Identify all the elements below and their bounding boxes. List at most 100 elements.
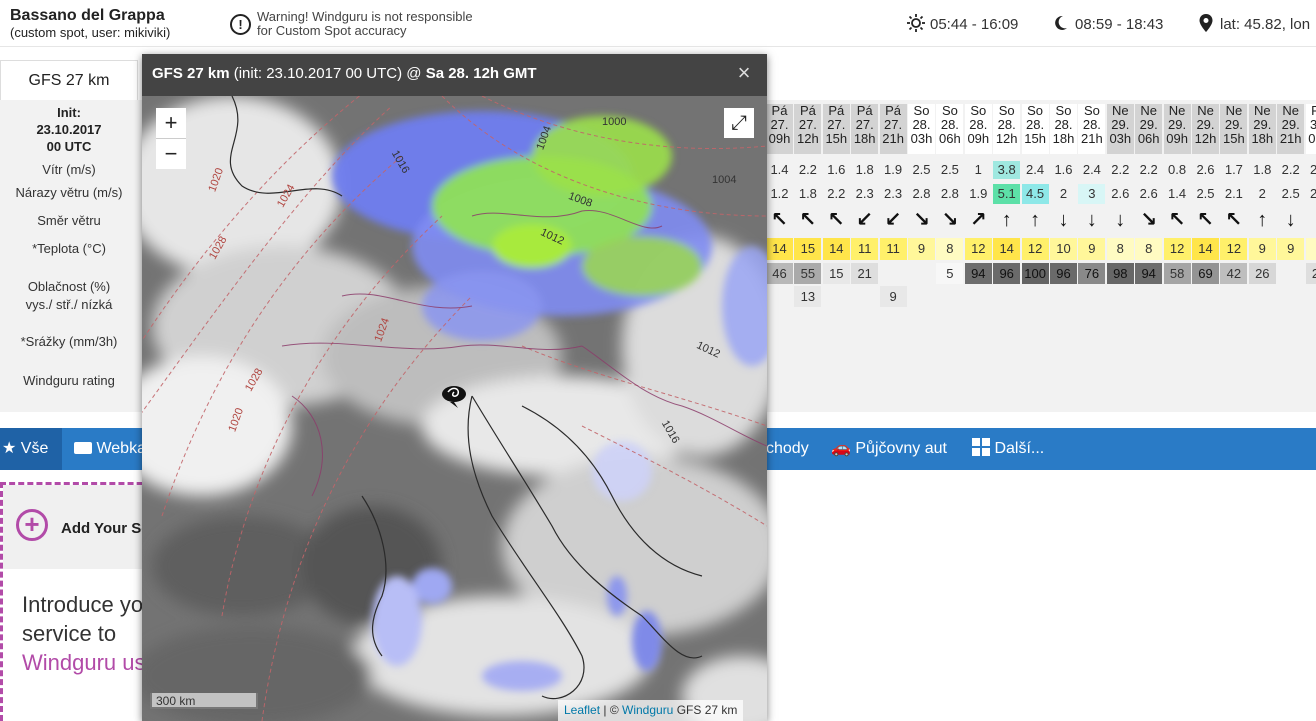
map-attribution: Leaflet | © Windguru GFS 27 km <box>558 700 744 721</box>
wind-speed-cell: 2.4 <box>1082 162 1101 177</box>
wind-speed-cell: 3.8 <box>993 161 1021 179</box>
wind-speed-cell: 1.7 <box>1224 162 1243 177</box>
time-column-header: Pá 27. 21h <box>879 104 907 154</box>
wind-speed-cell: 2.5 <box>912 162 931 177</box>
leaflet-link[interactable]: Leaflet <box>564 703 600 717</box>
wind-gust-cell: 2.8 <box>912 186 931 201</box>
label-wind: Vítr (m/s) <box>42 162 96 177</box>
time-hour: 06h <box>939 131 961 146</box>
wind-gust-cell: 5.1 <box>993 184 1021 204</box>
time-day: Ne <box>1140 103 1157 118</box>
nav-item-all[interactable]: ★ Vše <box>2 428 48 470</box>
time-date: 29. <box>1224 117 1243 132</box>
time-column-header: So 28. 15h <box>1021 103 1049 154</box>
time-day: So <box>1027 103 1044 118</box>
time-date: 27. <box>884 117 903 132</box>
wind-gust-cell: 2.6 <box>1139 186 1158 201</box>
nav-item-webcams[interactable]: Webka <box>74 428 146 470</box>
time-date: 28. <box>940 117 959 132</box>
windguru-link[interactable]: Windguru <box>622 703 673 717</box>
wind-direction-arrow: ↖ <box>827 209 845 231</box>
intro-line-1: Introduce yo <box>22 592 144 617</box>
cloud-high-cell: 26 <box>1248 263 1276 284</box>
time-column-header: Ne 29. 21h <box>1277 104 1305 154</box>
wind-gust-cell: 1.8 <box>798 186 817 201</box>
cloud-high-cell: 76 <box>1078 263 1106 284</box>
intro-line-2: service to <box>22 621 117 646</box>
time-hour: 12h <box>797 131 819 146</box>
time-column-header: Pá 27. 12h <box>794 104 822 154</box>
label-direction: Směr větru <box>37 213 101 228</box>
init-time: 00 UTC <box>46 139 92 154</box>
plus-icon[interactable]: + <box>16 509 48 541</box>
time-date: 29. <box>1168 117 1187 132</box>
attrib-model: GFS 27 km <box>673 703 738 717</box>
time-day: Pá <box>856 103 873 118</box>
cloud-high-cell: 21 <box>1305 263 1316 284</box>
wind-gust-cell: 1.9 <box>969 186 988 201</box>
zoom-out-button[interactable]: − <box>156 139 186 169</box>
location-pin-icon <box>1199 14 1213 32</box>
time-hour: 03h <box>1109 131 1132 146</box>
temperature-cell: 11 <box>879 238 907 260</box>
wind-speed-cell: 1.6 <box>827 162 846 177</box>
time-date: 28. <box>969 117 988 132</box>
wind-gust-cell: 2 <box>1059 186 1068 201</box>
wind-direction-arrow: ↘ <box>941 209 959 231</box>
sun-icon <box>907 14 925 32</box>
wind-gust-cell: 2.5 <box>1196 186 1215 201</box>
wind-speed-cell: 1.8 <box>1253 162 1272 177</box>
fullscreen-icon[interactable]: ⤢ <box>724 108 754 138</box>
wind-direction-arrow: ↙ <box>856 209 874 231</box>
wind-speed-cell: 1.8 <box>855 162 874 177</box>
temperature-cell: 9 <box>908 238 935 260</box>
popup-title-init: (init: 23.10.2017 00 UTC) @ <box>229 65 426 82</box>
temperature-cell: 14 <box>1192 238 1219 260</box>
wind-direction-arrow: ↗ <box>969 209 987 231</box>
time-column-header: Po30.03h <box>1305 103 1316 154</box>
time-column-header: Ne 29. 18h <box>1248 104 1276 154</box>
wind-direction-arrow: ↓ <box>1058 209 1069 231</box>
wind-gust-cell: 2.6 <box>1111 186 1130 201</box>
time-hour: 18h <box>1052 131 1075 146</box>
wind-speed-cell: 2.2 <box>1139 162 1158 177</box>
nav-item-more[interactable]: Další... <box>972 428 1044 470</box>
intro-link[interactable]: Windguru us <box>22 650 146 676</box>
time-date: 29. <box>1196 117 1215 132</box>
add-spot-label[interactable]: Add Your Se <box>61 520 150 537</box>
wind-direction-arrow: ↖ <box>1197 209 1214 231</box>
zoom-in-button[interactable]: + <box>156 108 186 139</box>
nav-item-partial[interactable]: chody <box>766 428 809 470</box>
wind-direction-arrow: ↓ <box>1285 209 1296 231</box>
close-icon[interactable]: × <box>732 61 756 85</box>
time-date: 27. <box>855 117 874 132</box>
label-rating: Windguru rating <box>23 373 115 388</box>
time-day: Ne <box>1111 103 1129 118</box>
time-hour: 15h <box>1223 131 1245 146</box>
time-date: 29. <box>1281 117 1300 132</box>
temperature-cell: 9 <box>1078 238 1106 260</box>
wind-speed-cell: 2.2 <box>1111 162 1130 177</box>
wind-speed-cell: 1.6 <box>1054 162 1073 177</box>
wind-speed-cell: 1 <box>974 162 982 177</box>
time-day: Po <box>1311 103 1316 118</box>
model-tab-gfs[interactable]: GFS 27 km <box>0 60 138 101</box>
wind-direction-arrow: ↖ <box>1225 209 1243 231</box>
init-date: 23.10.2017 <box>36 122 102 137</box>
time-hour: 12h <box>995 131 1018 146</box>
wind-speed-cell: 1.9 <box>884 162 903 177</box>
sun-times: 05:44 - 16:09 <box>930 16 1019 33</box>
wind-direction-arrow: ↖ <box>799 209 817 231</box>
wind-direction-arrow: ↑ <box>1001 209 1012 231</box>
time-day: Ne <box>1197 103 1214 118</box>
nav-item-car-rental[interactable]: 🚗 Půjčovny aut <box>831 428 947 470</box>
wind-speed-cell: 0.8 <box>1168 162 1187 177</box>
time-day: So <box>1083 103 1100 118</box>
weather-map[interactable]: 1000 1004 1004 1008 1012 1012 1016 1016 … <box>142 96 767 721</box>
nav-webcams-label: Webka <box>96 440 146 457</box>
wind-gust-cell: 2.1 <box>1224 186 1243 201</box>
time-column-header: Ne 29. 09h <box>1163 104 1191 154</box>
temperature-cell: 14 <box>993 238 1021 260</box>
wind-direction-arrow: ↓ <box>1306 207 1316 233</box>
time-column-header: So 28. 18h <box>1050 104 1077 154</box>
